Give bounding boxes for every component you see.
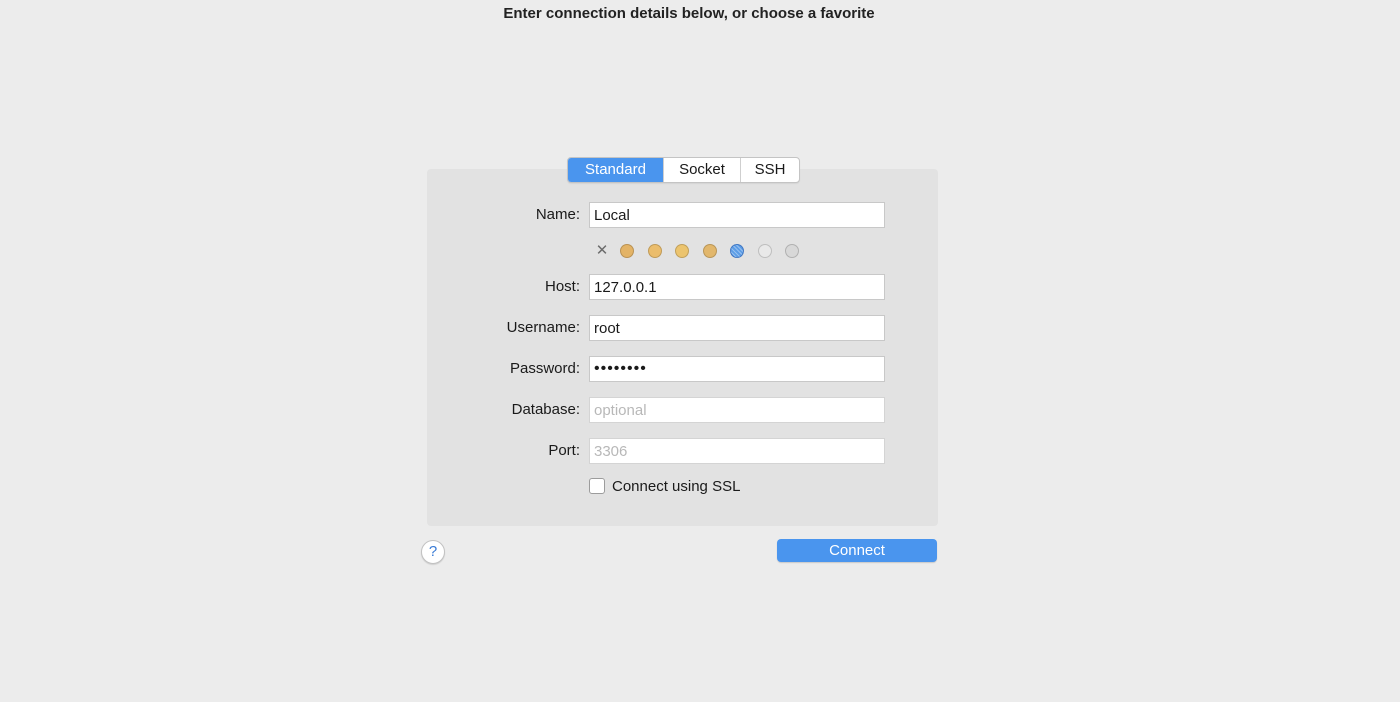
database-field-box bbox=[589, 397, 885, 423]
tab-socket[interactable]: Socket bbox=[663, 158, 740, 182]
color-swatch-1[interactable] bbox=[620, 244, 634, 258]
tab-standard[interactable]: Standard bbox=[568, 158, 663, 182]
host-field-box bbox=[589, 274, 885, 300]
host-label: Host: bbox=[544, 278, 580, 295]
color-swatch-4[interactable] bbox=[702, 244, 717, 258]
username-label: Username: bbox=[506, 319, 580, 336]
connect-button[interactable]: Connect bbox=[777, 539, 937, 562]
username-field[interactable] bbox=[590, 316, 882, 340]
username-row: Username: bbox=[427, 315, 938, 341]
connection-type-tabs: Standard Socket SSH bbox=[567, 157, 800, 183]
password-field[interactable] bbox=[590, 357, 882, 381]
help-button[interactable]: ? bbox=[421, 540, 445, 564]
password-row: Password: bbox=[427, 356, 938, 382]
password-label: Password: bbox=[509, 360, 580, 377]
port-field-box bbox=[589, 438, 885, 464]
name-field-box bbox=[589, 202, 885, 228]
database-field[interactable] bbox=[590, 398, 882, 422]
color-picker: ✕ bbox=[594, 243, 813, 259]
ssl-option[interactable]: Connect using SSL bbox=[589, 476, 740, 496]
color-swatch-3[interactable] bbox=[675, 244, 689, 258]
port-row: Port: bbox=[427, 438, 938, 464]
port-label: Port: bbox=[548, 442, 580, 459]
page-title: Enter connection details below, or choos… bbox=[503, 5, 875, 22]
host-row: Host: bbox=[427, 274, 938, 300]
username-field-box bbox=[589, 315, 885, 341]
name-label: Name: bbox=[535, 206, 580, 223]
port-field[interactable] bbox=[590, 439, 882, 463]
connection-window: Enter connection details below, or choos… bbox=[0, 0, 1400, 702]
tab-ssh[interactable]: SSH bbox=[740, 158, 799, 182]
name-row: Name: bbox=[427, 202, 938, 228]
host-field[interactable] bbox=[590, 275, 882, 299]
color-swatch-2[interactable] bbox=[647, 244, 662, 258]
password-field-box bbox=[589, 356, 885, 382]
database-row: Database: bbox=[427, 397, 938, 423]
color-swatch-5[interactable] bbox=[730, 244, 744, 258]
ssl-checkbox[interactable] bbox=[589, 478, 605, 494]
database-label: Database: bbox=[511, 401, 580, 418]
ssl-label: Connect using SSL bbox=[612, 477, 741, 495]
clear-color-icon[interactable]: ✕ bbox=[594, 243, 610, 259]
color-swatch-7[interactable] bbox=[785, 244, 799, 258]
color-swatch-6[interactable] bbox=[757, 244, 772, 258]
name-field[interactable] bbox=[590, 203, 882, 227]
